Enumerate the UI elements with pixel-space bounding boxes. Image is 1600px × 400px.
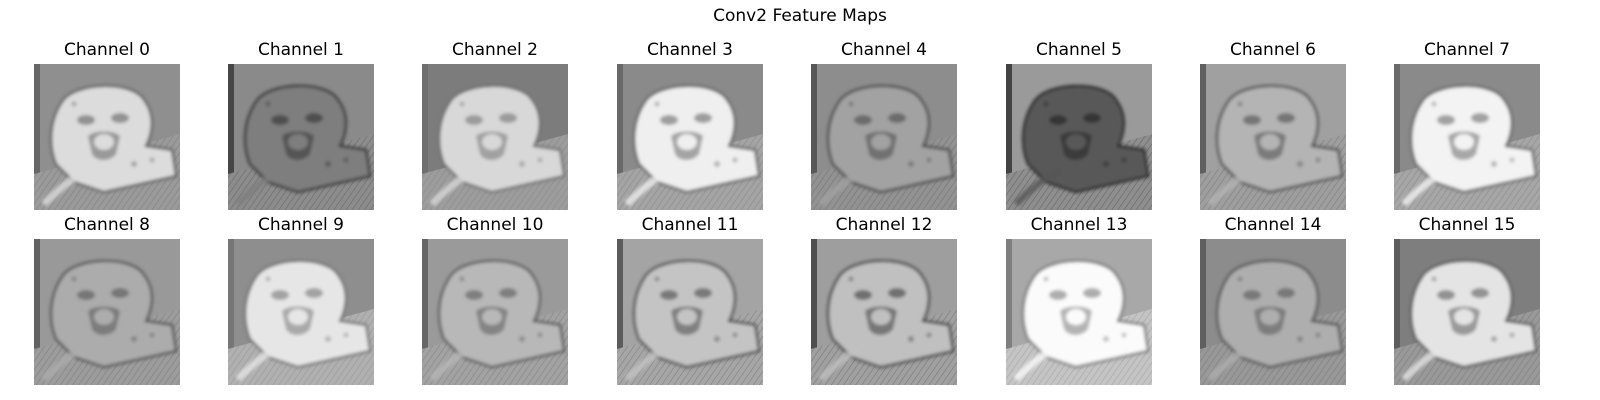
feature-map-channel-13 [1006,239,1152,385]
panel-title: Channel 3 [646,40,733,60]
panel-title: Channel 13 [1030,215,1128,235]
panel-title: Channel 15 [1418,215,1516,235]
feature-map-channel-4 [811,64,957,210]
panel-title: Channel 7 [1423,40,1510,60]
feature-map-channel-1 [228,64,374,210]
panel-title: Channel 6 [1229,40,1316,60]
feature-map-channel-6 [1200,64,1346,210]
feature-map-channel-3 [617,64,763,210]
panel-title: Channel 4 [840,40,927,60]
figure-title: Conv2 Feature Maps [713,6,887,26]
feature-map-channel-11 [617,239,763,385]
panel-title: Channel 9 [257,215,344,235]
panel-title: Channel 10 [446,215,544,235]
feature-map-channel-7 [1394,64,1540,210]
panel-title: Channel 8 [63,215,150,235]
panel-title: Channel 5 [1035,40,1122,60]
feature-map-channel-2 [422,64,568,210]
panel-title: Channel 1 [257,40,344,60]
feature-map-channel-14 [1200,239,1346,385]
panel-title: Channel 0 [63,40,150,60]
feature-map-channel-9 [228,239,374,385]
panel-title: Channel 12 [835,215,933,235]
feature-map-channel-15 [1394,239,1540,385]
panel-title: Channel 11 [641,215,739,235]
feature-map-channel-10 [422,239,568,385]
feature-map-channel-0 [34,64,180,210]
feature-map-channel-8 [34,239,180,385]
panel-title: Channel 14 [1224,215,1322,235]
panel-title: Channel 2 [451,40,538,60]
feature-map-channel-5 [1006,64,1152,210]
feature-map-channel-12 [811,239,957,385]
